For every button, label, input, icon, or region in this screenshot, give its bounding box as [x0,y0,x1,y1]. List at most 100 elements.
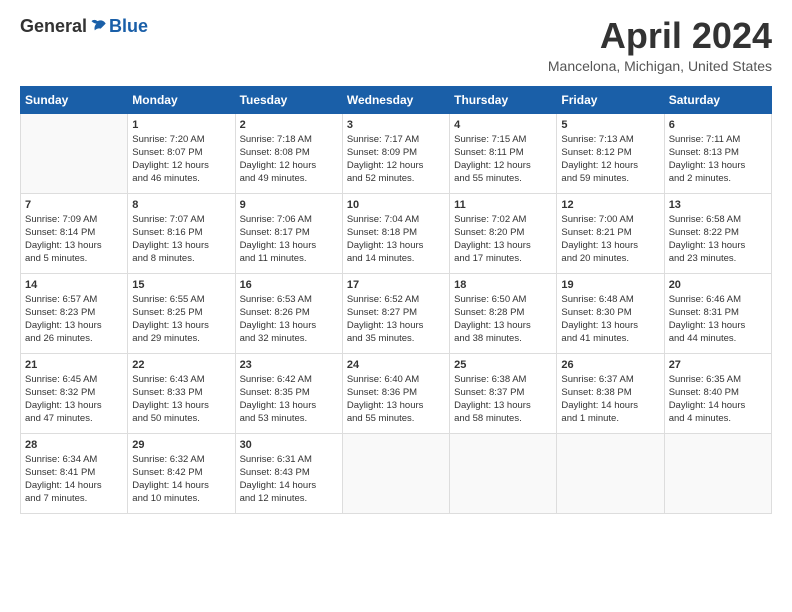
day-number: 9 [240,199,338,211]
calendar-week-row: 1 Sunrise: 7:20 AM Sunset: 8:07 PM Daylig… [21,113,772,193]
weekday-header-sunday: Sunday [21,86,128,113]
day-number: 10 [347,199,445,211]
calendar-day-cell: 9 Sunrise: 7:06 AM Sunset: 8:17 PM Daylig… [235,193,342,273]
day-info: Sunrise: 7:11 AM Sunset: 8:13 PM Dayligh… [669,133,767,186]
day-info: Sunrise: 7:07 AM Sunset: 8:16 PM Dayligh… [132,213,230,266]
calendar-table: SundayMondayTuesdayWednesdayThursdayFrid… [20,86,772,514]
weekday-header-saturday: Saturday [664,86,771,113]
weekday-header-wednesday: Wednesday [342,86,449,113]
calendar-day-cell: 20 Sunrise: 6:46 AM Sunset: 8:31 PM Dayli… [664,273,771,353]
day-info: Sunrise: 6:32 AM Sunset: 8:42 PM Dayligh… [132,453,230,506]
calendar-day-cell: 19Sunrise: 6:48 AM Sunset: 8:30 PM Dayli… [557,273,664,353]
title-area: April 2024 Mancelona, Michigan, United S… [548,16,772,74]
day-info: Sunrise: 6:40 AM Sunset: 8:36 PM Dayligh… [347,373,445,426]
day-number: 3 [347,119,445,131]
logo-bird-icon [89,17,109,37]
empty-day-cell [450,433,557,513]
calendar-day-cell: 15 Sunrise: 6:55 AM Sunset: 8:25 PM Dayli… [128,273,235,353]
day-info: Sunrise: 6:35 AM Sunset: 8:40 PM Dayligh… [669,373,767,426]
logo-general-text: General [20,16,87,37]
day-number: 2 [240,119,338,131]
day-info: Sunrise: 6:52 AM Sunset: 8:27 PM Dayligh… [347,293,445,346]
day-info: Sunrise: 7:18 AM Sunset: 8:08 PM Dayligh… [240,133,338,186]
day-info: Sunrise: 6:46 AM Sunset: 8:31 PM Dayligh… [669,293,767,346]
calendar-day-cell: 30Sunrise: 6:31 AM Sunset: 8:43 PM Dayli… [235,433,342,513]
calendar-day-cell: 1 Sunrise: 7:20 AM Sunset: 8:07 PM Daylig… [128,113,235,193]
day-number: 29 [132,439,230,451]
calendar-day-cell: 4 Sunrise: 7:15 AM Sunset: 8:11 PM Daylig… [450,113,557,193]
calendar-day-cell: 14 Sunrise: 6:57 AM Sunset: 8:23 PM Dayli… [21,273,128,353]
calendar-day-cell: 26Sunrise: 6:37 AM Sunset: 8:38 PM Dayli… [557,353,664,433]
day-info: Sunrise: 7:17 AM Sunset: 8:09 PM Dayligh… [347,133,445,186]
calendar-week-row: 28Sunrise: 6:34 AM Sunset: 8:41 PM Dayli… [21,433,772,513]
calendar-day-cell: 28Sunrise: 6:34 AM Sunset: 8:41 PM Dayli… [21,433,128,513]
calendar-day-cell: 8Sunrise: 7:07 AM Sunset: 8:16 PM Daylig… [128,193,235,273]
day-info: Sunrise: 6:34 AM Sunset: 8:41 PM Dayligh… [25,453,123,506]
calendar-day-cell: 3 Sunrise: 7:17 AM Sunset: 8:09 PM Daylig… [342,113,449,193]
day-number: 7 [25,199,123,211]
day-info: Sunrise: 7:09 AM Sunset: 8:14 PM Dayligh… [25,213,123,266]
weekday-header-friday: Friday [557,86,664,113]
calendar-day-cell: 13Sunrise: 6:58 AM Sunset: 8:22 PM Dayli… [664,193,771,273]
empty-day-cell [342,433,449,513]
calendar-day-cell: 2 Sunrise: 7:18 AM Sunset: 8:08 PM Daylig… [235,113,342,193]
day-info: Sunrise: 6:53 AM Sunset: 8:26 PM Dayligh… [240,293,338,346]
weekday-header-tuesday: Tuesday [235,86,342,113]
empty-day-cell [557,433,664,513]
calendar-day-cell: 10 Sunrise: 7:04 AM Sunset: 8:18 PM Dayli… [342,193,449,273]
day-number: 4 [454,119,552,131]
day-number: 21 [25,359,123,371]
calendar-day-cell: 5 Sunrise: 7:13 AM Sunset: 8:12 PM Daylig… [557,113,664,193]
empty-day-cell [664,433,771,513]
day-number: 12 [561,199,659,211]
calendar-day-cell: 18 Sunrise: 6:50 AM Sunset: 8:28 PM Dayli… [450,273,557,353]
day-number: 15 [132,279,230,291]
day-info: Sunrise: 7:13 AM Sunset: 8:12 PM Dayligh… [561,133,659,186]
day-number: 18 [454,279,552,291]
calendar-day-cell: 6 Sunrise: 7:11 AM Sunset: 8:13 PM Daylig… [664,113,771,193]
weekday-header-thursday: Thursday [450,86,557,113]
day-info: Sunrise: 6:57 AM Sunset: 8:23 PM Dayligh… [25,293,123,346]
calendar-day-cell: 24 Sunrise: 6:40 AM Sunset: 8:36 PM Dayli… [342,353,449,433]
month-title: April 2024 [548,16,772,56]
day-number: 19 [561,279,659,291]
day-info: Sunrise: 7:02 AM Sunset: 8:20 PM Dayligh… [454,213,552,266]
calendar-day-cell: 12Sunrise: 7:00 AM Sunset: 8:21 PM Dayli… [557,193,664,273]
calendar-day-cell: 25Sunrise: 6:38 AM Sunset: 8:37 PM Dayli… [450,353,557,433]
calendar-day-cell: 16Sunrise: 6:53 AM Sunset: 8:26 PM Dayli… [235,273,342,353]
calendar-day-cell: 23Sunrise: 6:42 AM Sunset: 8:35 PM Dayli… [235,353,342,433]
logo: General Blue [20,16,148,37]
day-number: 14 [25,279,123,291]
calendar-day-cell: 22 Sunrise: 6:43 AM Sunset: 8:33 PM Dayli… [128,353,235,433]
weekday-header-monday: Monday [128,86,235,113]
calendar-header-row: SundayMondayTuesdayWednesdayThursdayFrid… [21,86,772,113]
day-number: 6 [669,119,767,131]
calendar-day-cell: 7 Sunrise: 7:09 AM Sunset: 8:14 PM Daylig… [21,193,128,273]
calendar-day-cell: 17 Sunrise: 6:52 AM Sunset: 8:27 PM Dayli… [342,273,449,353]
day-number: 25 [454,359,552,371]
calendar-week-row: 7 Sunrise: 7:09 AM Sunset: 8:14 PM Daylig… [21,193,772,273]
calendar-week-row: 21Sunrise: 6:45 AM Sunset: 8:32 PM Dayli… [21,353,772,433]
day-info: Sunrise: 6:37 AM Sunset: 8:38 PM Dayligh… [561,373,659,426]
day-number: 24 [347,359,445,371]
location-text: Mancelona, Michigan, United States [548,58,772,74]
day-info: Sunrise: 6:50 AM Sunset: 8:28 PM Dayligh… [454,293,552,346]
day-info: Sunrise: 7:20 AM Sunset: 8:07 PM Dayligh… [132,133,230,186]
day-info: Sunrise: 7:15 AM Sunset: 8:11 PM Dayligh… [454,133,552,186]
day-info: Sunrise: 7:06 AM Sunset: 8:17 PM Dayligh… [240,213,338,266]
day-number: 23 [240,359,338,371]
empty-day-cell [21,113,128,193]
day-info: Sunrise: 6:43 AM Sunset: 8:33 PM Dayligh… [132,373,230,426]
day-number: 22 [132,359,230,371]
day-info: Sunrise: 6:58 AM Sunset: 8:22 PM Dayligh… [669,213,767,266]
day-info: Sunrise: 6:55 AM Sunset: 8:25 PM Dayligh… [132,293,230,346]
page-header: General Blue April 2024 Mancelona, Michi… [20,16,772,74]
calendar-day-cell: 11Sunrise: 7:02 AM Sunset: 8:20 PM Dayli… [450,193,557,273]
day-number: 20 [669,279,767,291]
calendar-day-cell: 27Sunrise: 6:35 AM Sunset: 8:40 PM Dayli… [664,353,771,433]
day-number: 1 [132,119,230,131]
day-number: 5 [561,119,659,131]
day-info: Sunrise: 6:31 AM Sunset: 8:43 PM Dayligh… [240,453,338,506]
day-info: Sunrise: 7:04 AM Sunset: 8:18 PM Dayligh… [347,213,445,266]
day-number: 17 [347,279,445,291]
